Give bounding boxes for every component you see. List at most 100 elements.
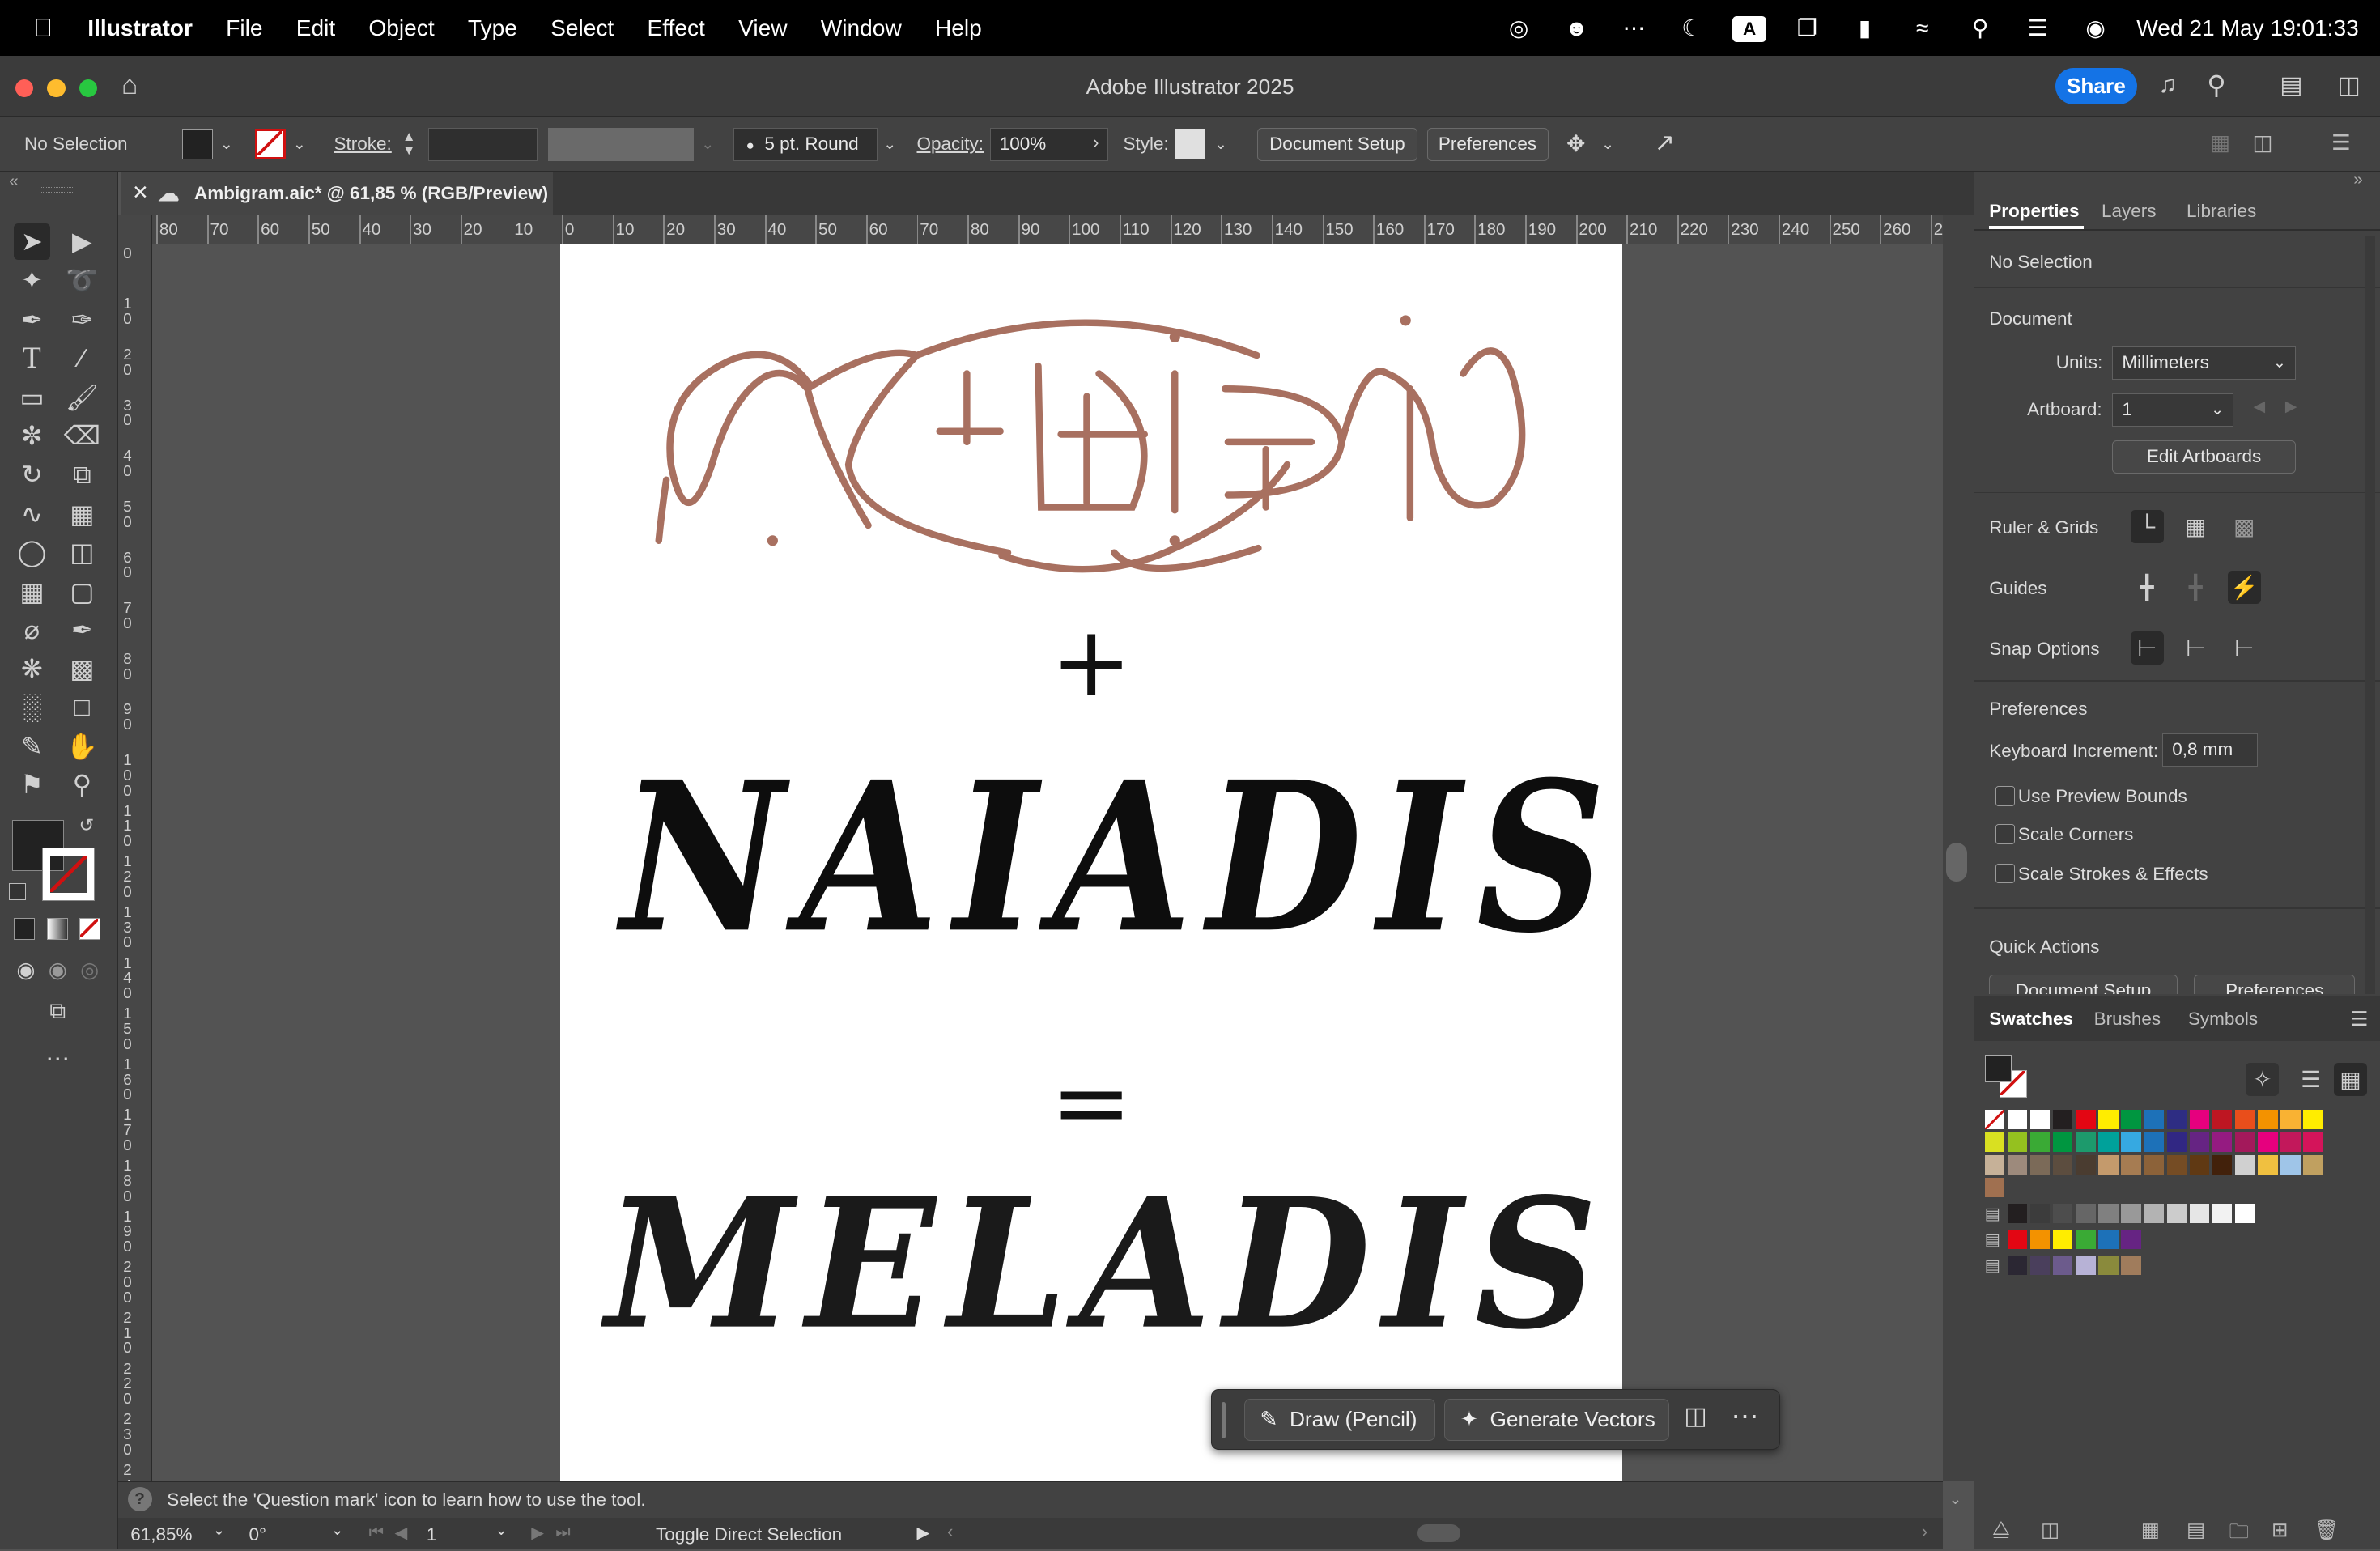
canvas-vertical-scrollbar[interactable]: ⌄ (1943, 215, 1974, 1481)
color-swatch[interactable] (2144, 1155, 2164, 1175)
stroke-label[interactable]: Stroke: (334, 117, 392, 172)
grayscale-swatch[interactable] (2053, 1204, 2072, 1223)
selection-tool-icon[interactable]: ➤ (14, 223, 50, 260)
mesh-tool-icon[interactable]: ▦ (14, 574, 50, 610)
zoom-tool-icon[interactable]: ⚲ (64, 767, 100, 803)
menu-window[interactable]: Window (804, 15, 918, 41)
color-swatch[interactable] (2053, 1155, 2072, 1175)
brush-chevron-icon[interactable]: ⌄ (883, 135, 896, 153)
apple-menu-icon[interactable]:  (0, 13, 71, 43)
color-swatch[interactable] (2280, 1155, 2300, 1175)
rotation-chevron-icon[interactable]: ⌄ (331, 1521, 344, 1539)
bright-swatch[interactable] (2030, 1230, 2050, 1249)
show-guides-icon[interactable]: ╋ (2131, 571, 2164, 604)
color-group-folder-icon[interactable]: ▤ (1985, 1256, 2000, 1276)
snap-to-glyph-icon[interactable]: ⊢ (2228, 631, 2261, 665)
activity-icon[interactable]: ⋯ (1605, 15, 1663, 41)
grayscale-swatch[interactable] (2167, 1204, 2187, 1223)
paintbrush-tool-icon[interactable]: 🖌 (64, 380, 100, 416)
tab-symbols[interactable]: Symbols (2188, 1009, 2258, 1030)
next-artboard-icon[interactable]: ▶ (531, 1523, 544, 1543)
color-swatch[interactable] (2190, 1132, 2209, 1152)
color-swatch[interactable] (2303, 1110, 2323, 1129)
free-transform-tool-icon[interactable]: ▦ (64, 496, 100, 533)
bright-swatch[interactable] (2121, 1230, 2140, 1249)
siri-icon[interactable]: ◉ (2067, 15, 2124, 41)
artboard[interactable]: + NAIADIS = MELADIS (560, 244, 1623, 1481)
color-swatch[interactable] (1985, 1110, 2004, 1129)
snap-to-pixel-icon[interactable]: ⊢ (2179, 631, 2212, 665)
draw-normal-icon[interactable]: ◉ (7, 952, 44, 988)
puppet-warp-icon[interactable]: ✥ (1566, 130, 1586, 157)
swatches-menu-icon[interactable]: ☰ (2351, 1007, 2369, 1031)
collapse-panel-icon[interactable]: « (9, 172, 18, 191)
transparency-grid-icon[interactable]: ▩ (2228, 510, 2261, 543)
align-icon[interactable]: ▦ (2210, 130, 2230, 155)
artboard-select[interactable]: 1⌄ (2112, 393, 2233, 427)
status-menu-arrow-icon[interactable]: ▶ (917, 1523, 930, 1543)
scale-tool-icon[interactable]: ⧉ (64, 457, 100, 493)
wifi-icon[interactable]: ≈ (1893, 15, 1951, 41)
horizontal-ruler[interactable]: 8070605040302010010203040506070809010011… (152, 215, 1944, 244)
width-tool-icon[interactable]: ∿ (14, 496, 50, 533)
units-select[interactable]: Millimeters⌄ (2112, 346, 2296, 380)
opacity-field[interactable]: 100% (990, 128, 1108, 161)
color-swatch[interactable] (2053, 1132, 2072, 1152)
document-setup-button[interactable]: Document Setup (1257, 128, 1418, 161)
color-swatch[interactable] (1985, 1132, 2004, 1152)
list-view-icon[interactable]: ☰ (2294, 1063, 2327, 1096)
search-icon[interactable]: ⚲ (1951, 15, 2008, 41)
color-swatch[interactable] (2008, 1155, 2027, 1175)
brush-definition-field[interactable]: ● 5 pt. Round (733, 128, 878, 161)
puppet-chevron-icon[interactable]: ⌄ (1601, 135, 1614, 153)
menu-effect[interactable]: Effect (631, 15, 722, 41)
creative-cloud-icon[interactable]: ◎ (1490, 15, 1547, 41)
share-button[interactable]: Share (2055, 68, 2137, 104)
toolbar-grip[interactable] (41, 187, 74, 193)
color-swatch[interactable] (2008, 1132, 2027, 1152)
artboard-tool-icon[interactable]: □ (64, 689, 100, 725)
app-menu[interactable]: Illustrator (71, 15, 210, 41)
tab-swatches[interactable]: Swatches (1989, 1009, 2073, 1030)
generate-vectors-button[interactable]: ✦ Generate Vectors (1444, 1399, 1669, 1442)
grayscale-swatch[interactable] (2235, 1204, 2255, 1223)
column-graph-tool-icon[interactable]: ░ (14, 689, 50, 725)
grayscale-swatch[interactable] (2098, 1204, 2118, 1223)
scroll-right-icon[interactable]: › (1922, 1521, 1928, 1542)
color-swatch[interactable] (2167, 1155, 2187, 1175)
show-swatch-kinds-icon[interactable]: ✧ (2246, 1063, 2279, 1096)
color-swatch[interactable] (2030, 1155, 2050, 1175)
thumbnail-view-icon[interactable]: ▦ (2334, 1063, 2367, 1096)
type-tool-icon[interactable]: T (14, 340, 50, 376)
scale-corners-checkbox[interactable] (1995, 824, 2015, 843)
color-swatch[interactable] (2076, 1132, 2095, 1152)
color-swatch[interactable] (2280, 1132, 2300, 1152)
rulers-toggle-icon[interactable]: └ (2131, 510, 2164, 543)
custom-swatch[interactable] (2098, 1256, 2118, 1275)
blend-tool-icon[interactable]: ⌀ (14, 612, 50, 648)
swatch-group-icon[interactable]: ▦ (2141, 1518, 2160, 1542)
last-artboard-icon[interactable]: ⏭ (555, 1523, 571, 1542)
plus-sign[interactable]: + (560, 614, 1623, 712)
line-segment-tool-icon[interactable]: ∕ (64, 340, 100, 376)
change-screen-mode-icon[interactable]: ⧉ (40, 992, 76, 1029)
custom-swatch[interactable] (2008, 1256, 2027, 1275)
place-swatch-icon[interactable]: ◫ (2041, 1518, 2059, 1542)
workspace-switcher-icon[interactable]: ▤ (2280, 71, 2302, 100)
preferences-button[interactable]: Preferences (1427, 128, 1549, 161)
custom-swatch[interactable] (2030, 1256, 2050, 1275)
menu-help[interactable]: Help (918, 15, 998, 41)
live-paint-tool-icon[interactable]: ▩ (64, 651, 100, 687)
color-swatch[interactable] (1985, 1155, 2004, 1175)
accessibility-icon[interactable]: ☻ (1548, 15, 1605, 41)
opacity-label[interactable]: Opacity: (917, 117, 984, 172)
rotate-tool-icon[interactable]: ↻ (14, 457, 50, 493)
color-swatch[interactable] (2235, 1110, 2255, 1129)
collapse-dock-icon[interactable]: » (2353, 170, 2362, 189)
shape-builder-tool-icon[interactable]: ◯ (14, 534, 50, 571)
color-swatch[interactable] (2258, 1155, 2277, 1175)
previous-artboard-icon[interactable]: ◀ (395, 1523, 408, 1543)
menu-view[interactable]: View (721, 15, 804, 41)
horizontal-scroll-thumb[interactable] (1417, 1524, 1460, 1543)
task-bar-grip[interactable] (1222, 1402, 1226, 1438)
